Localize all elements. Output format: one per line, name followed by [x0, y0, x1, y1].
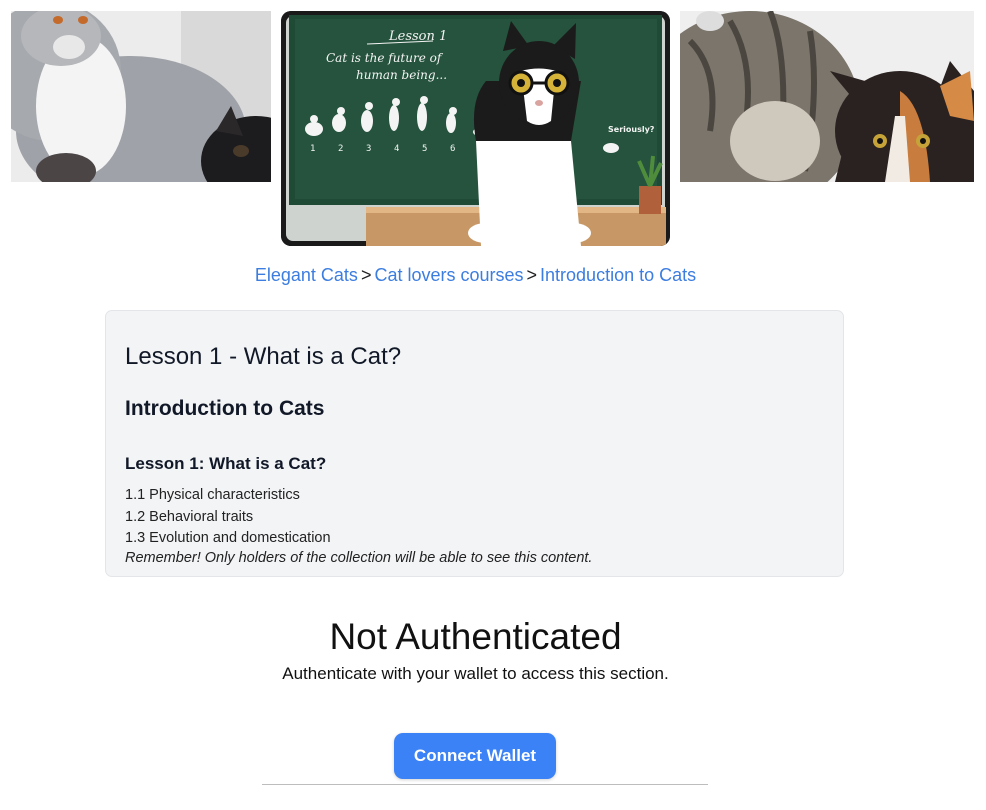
chalk-line-1: Cat is the future of: [326, 51, 444, 65]
chalk-number-3: 3: [366, 144, 371, 154]
lesson-title: Lesson 1 - What is a Cat?: [125, 343, 402, 370]
chalk-number-1: 1: [310, 144, 315, 154]
cat-teacher-photo: Lesson 1 Cat is the future of human bein…: [281, 11, 670, 246]
breadcrumb: Elegant Cats > Cat lovers courses > Introduc…: [0, 265, 951, 286]
topic-item: 1.2 Behavioral traits: [125, 508, 254, 525]
course-heading: Introduction to Cats: [125, 397, 325, 420]
divider: [262, 784, 708, 785]
chalk-aside: Seriously?: [608, 125, 655, 134]
lesson-card: Lesson 1 - What is a Cat? Introduction t…: [105, 310, 844, 577]
breadcrumb-link-cat-lovers-courses[interactable]: Cat lovers courses: [374, 265, 523, 285]
gray-cat-photo: [11, 11, 271, 182]
chalk-line-2: human being...: [356, 68, 447, 82]
breadcrumb-separator: >: [526, 265, 538, 285]
connect-wallet-button[interactable]: Connect Wallet: [394, 733, 556, 779]
topic-item: 1.1 Physical characteristics: [125, 487, 300, 503]
lesson-subheading: Lesson 1: What is a Cat?: [125, 454, 327, 473]
breadcrumb-separator: >: [360, 265, 372, 285]
banner-image-right: [680, 11, 974, 182]
chalk-number-6: 6: [450, 144, 455, 154]
topic-item: 1.3 Evolution and domestication: [125, 530, 331, 546]
chalk-number-5: 5: [422, 144, 427, 154]
tabby-and-calico-cats-photo: [680, 11, 974, 182]
holders-reminder: Remember! Only holders of the collection…: [125, 550, 593, 566]
auth-status-title: Not Authenticated: [329, 616, 622, 657]
banner-image-left: [11, 11, 271, 182]
breadcrumb-link-elegant-cats[interactable]: Elegant Cats: [255, 265, 358, 285]
banner-image-center: Lesson 1 Cat is the future of human bein…: [281, 11, 670, 246]
chalk-number-2: 2: [338, 144, 343, 154]
topic-list: 1.1 Physical characteristics 1.2 Behavio…: [125, 485, 331, 550]
chalk-number-4: 4: [394, 144, 399, 154]
auth-message: Authenticate with your wallet to access …: [282, 664, 669, 683]
breadcrumb-link-introduction-to-cats[interactable]: Introduction to Cats: [540, 265, 696, 285]
